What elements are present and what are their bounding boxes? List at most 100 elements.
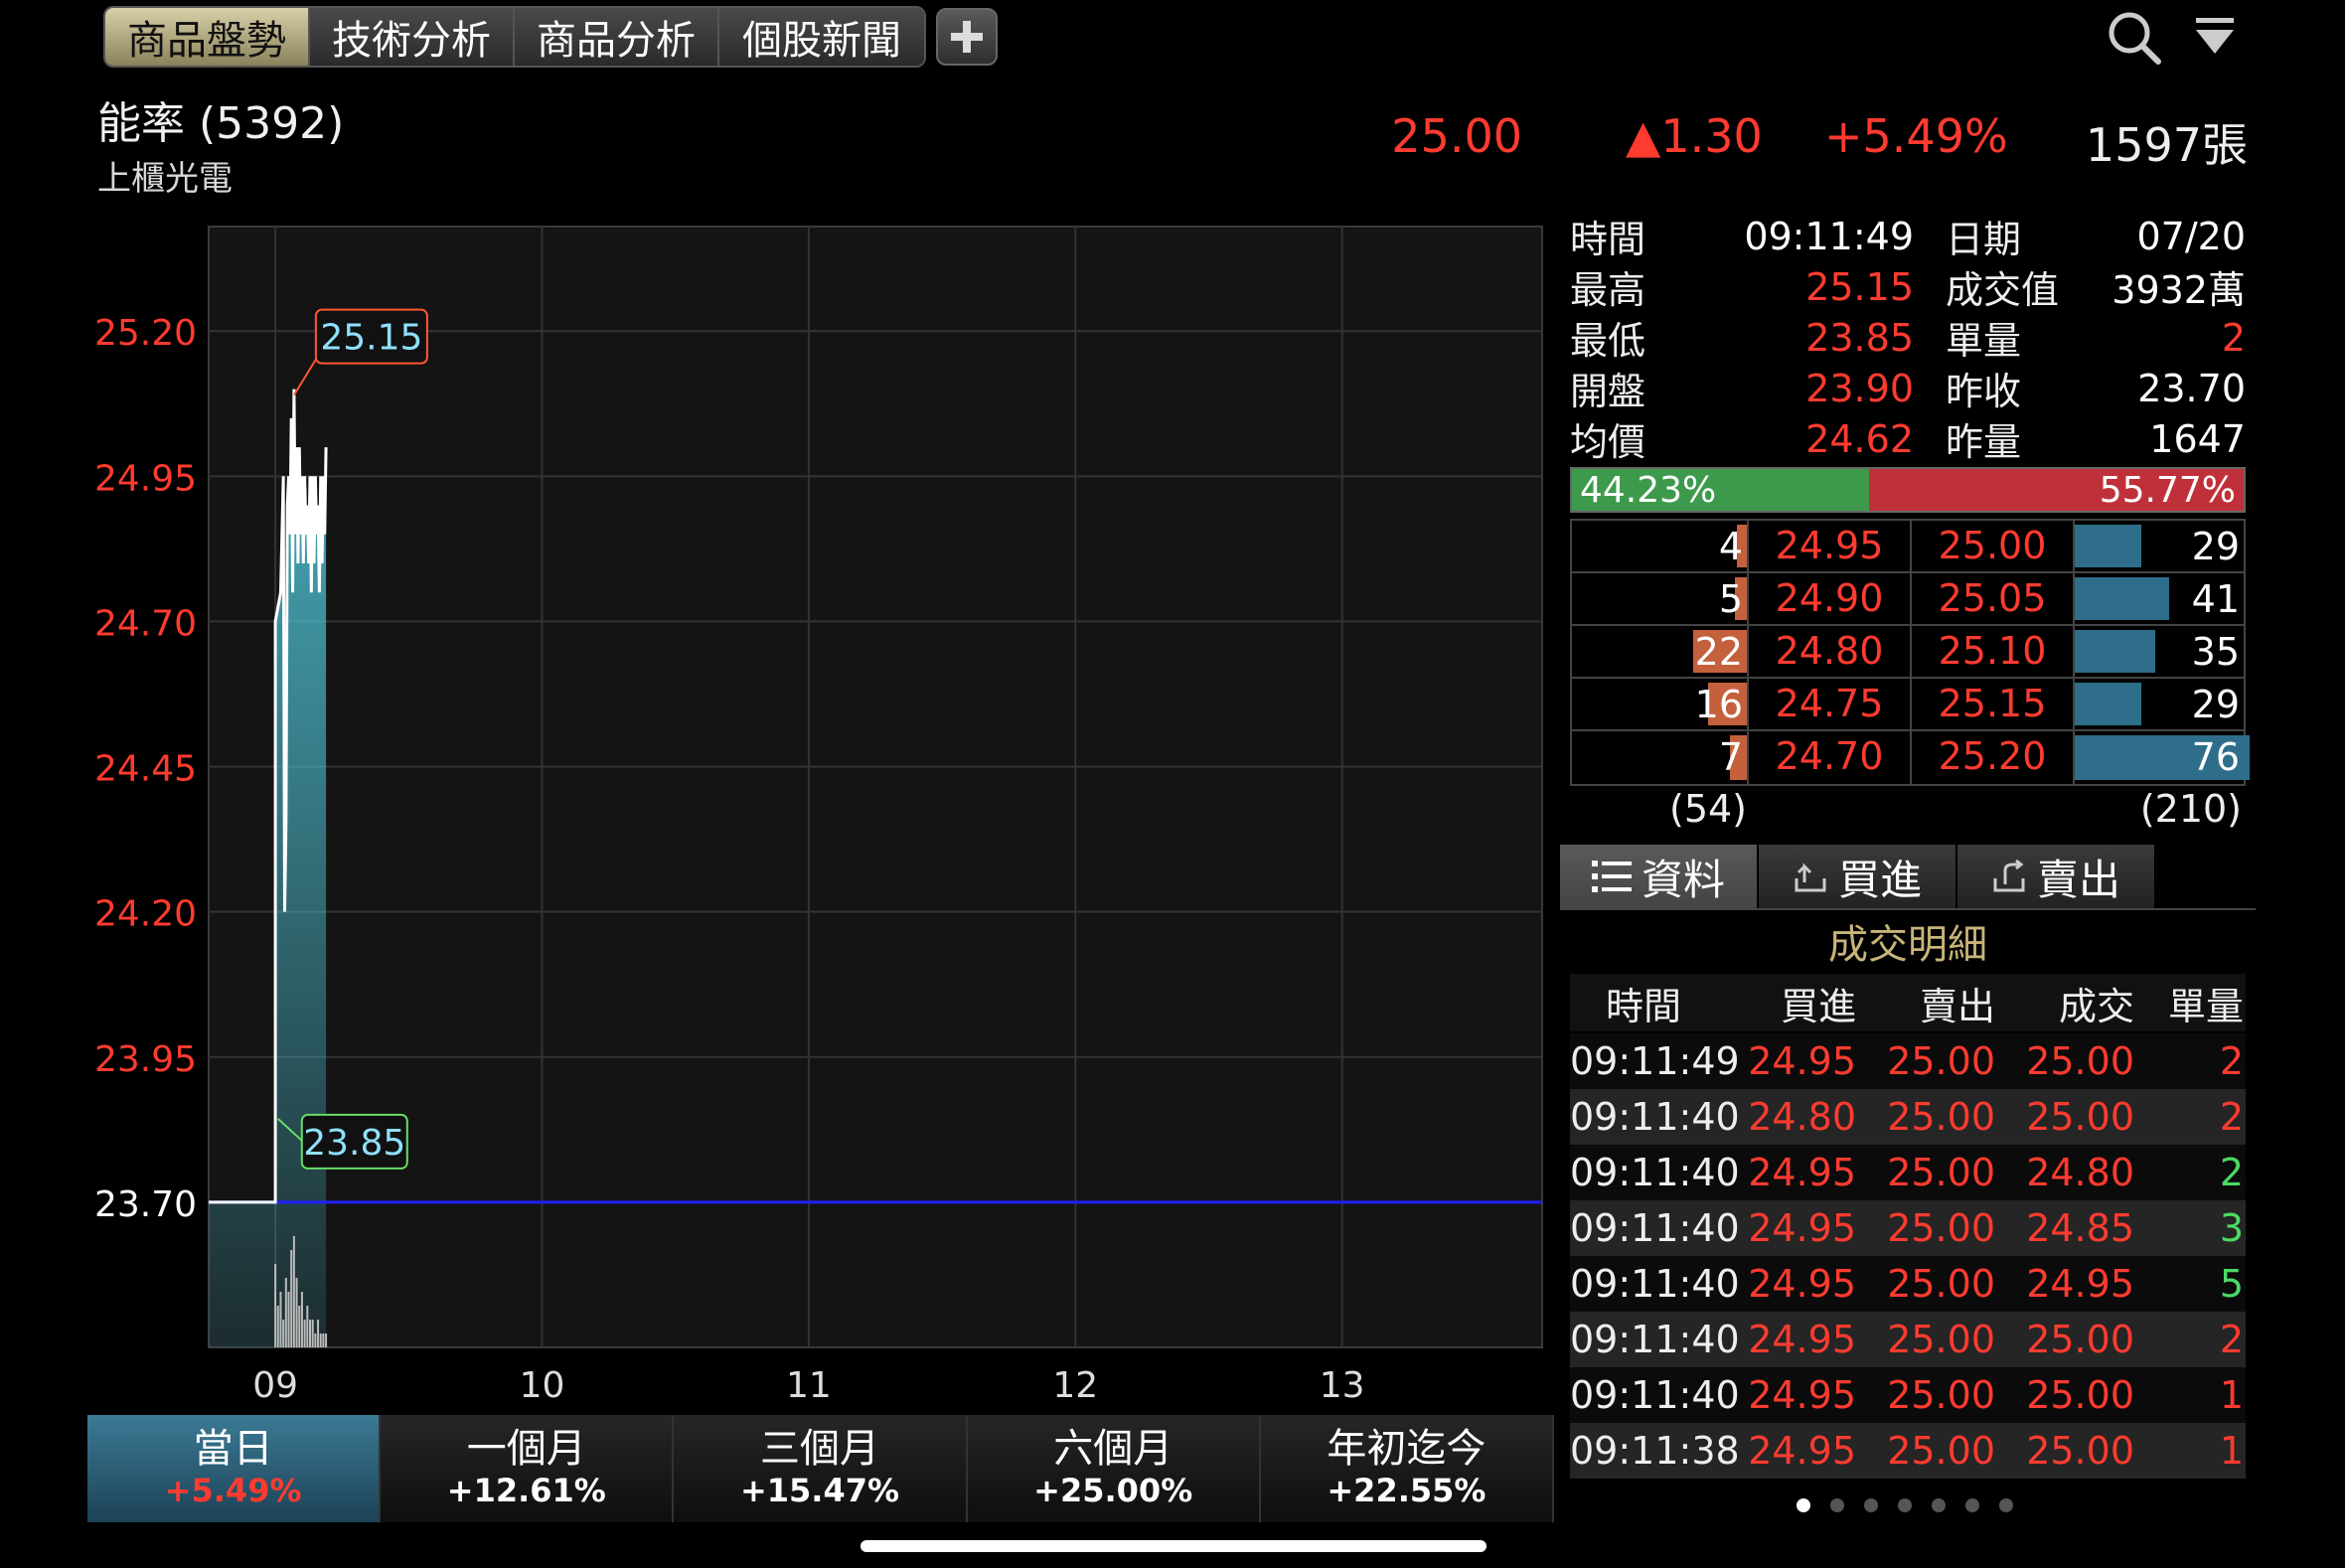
trade-bid: 24.95 <box>1748 1262 1856 1306</box>
trade-detail-row: 09:11:38 24.95 25.00 25.00 1 <box>1570 1423 2246 1479</box>
add-tab-button[interactable] <box>936 8 998 66</box>
col-time: 時間 <box>1605 984 1681 1028</box>
bid-price[interactable]: 24.95 <box>1749 521 1912 571</box>
bid-volume: 16 <box>1694 683 1743 726</box>
period-3m-button[interactable]: 三個月 +15.47% <box>674 1415 968 1522</box>
info-key: 最高 <box>1570 268 1646 312</box>
dropdown-menu-icon[interactable] <box>2194 16 2236 58</box>
info-value: 09:11:49 <box>1744 214 1914 258</box>
trade-bid: 24.95 <box>1748 1206 1856 1250</box>
ask-volume: 35 <box>2191 630 2240 674</box>
period-label: 一個月 <box>466 1426 586 1472</box>
page-dot <box>1999 1498 2013 1512</box>
tab-data[interactable]: 資料 <box>1560 845 1757 908</box>
ask-total-volume: (210) <box>2139 787 2242 831</box>
trade-time: 09:11:38 <box>1570 1429 1740 1473</box>
bid-total-volume: (54) <box>1669 787 1748 831</box>
trade-detail-list[interactable]: 09:11:49 24.95 25.00 25.00 2 09:11:40 24.80 25.… <box>1570 1033 2246 1479</box>
ask-price[interactable]: 25.10 <box>1912 626 2075 677</box>
period-ytd-button[interactable]: 年初迄今 +22.55% <box>1260 1415 1555 1522</box>
trade-bid: 24.95 <box>1748 1039 1856 1083</box>
trade-time: 09:11:40 <box>1570 1373 1740 1417</box>
ask-price[interactable]: 25.20 <box>1912 731 2075 784</box>
y-tick-label: 23.70 <box>94 1184 197 1225</box>
intraday-price-chart[interactable]: 25.20 24.95 24.70 24.45 24.20 23.95 23.70 09 10 1… <box>0 219 1550 1411</box>
info-value: 1647 <box>2149 416 2246 461</box>
trade-price: 24.80 <box>2026 1151 2134 1194</box>
trade-ask: 25.00 <box>1887 1151 1995 1194</box>
trade-volume: 2 <box>2219 1318 2244 1361</box>
order-book-row: 16 24.75 25.15 29 <box>1572 679 2244 731</box>
info-row: 最高 25.15 成交值 3932萬 <box>1570 261 2246 313</box>
trade-detail-row: 09:11:40 24.95 25.00 24.85 3 <box>1570 1200 2246 1256</box>
trade-time: 09:11:40 <box>1570 1262 1740 1306</box>
trade-ask: 25.00 <box>1887 1373 1995 1417</box>
trade-price: 25.00 <box>2026 1318 2134 1361</box>
trade-volume: 2 <box>2219 1095 2244 1139</box>
bid-price[interactable]: 24.80 <box>1749 626 1912 677</box>
trade-time: 09:11:40 <box>1570 1095 1740 1139</box>
tab-label: 資料 <box>1641 855 1725 904</box>
info-key: 開盤 <box>1570 370 1646 413</box>
y-tick-label: 24.70 <box>94 603 197 644</box>
plus-icon <box>951 21 983 53</box>
x-tick-label: 10 <box>520 1365 565 1406</box>
bid-price[interactable]: 24.70 <box>1749 731 1912 784</box>
bid-price[interactable]: 24.75 <box>1749 679 1912 729</box>
info-value: 3932萬 <box>2111 268 2246 312</box>
info-key: 昨量 <box>1946 420 2022 464</box>
ask-price[interactable]: 25.05 <box>1912 573 2075 624</box>
info-key: 單量 <box>1946 319 2022 363</box>
period-6m-button[interactable]: 六個月 +25.00% <box>967 1415 1261 1522</box>
col-volume: 單量 <box>2167 984 2244 1028</box>
trade-time: 09:11:40 <box>1570 1151 1740 1194</box>
home-indicator[interactable] <box>860 1540 1486 1552</box>
tab-stock-news[interactable]: 個股新聞 <box>719 8 924 66</box>
info-value: 23.90 <box>1805 366 1914 410</box>
tab-market-overview[interactable]: 商品盤勢 <box>105 8 310 66</box>
price-change-percent: +5.49% <box>1824 109 2008 163</box>
period-label: 年初迄今 <box>1327 1426 1486 1472</box>
sell-ratio: 55.77% <box>1868 469 2244 511</box>
bid-volume-cell: 16 <box>1572 679 1749 729</box>
ask-price[interactable]: 25.15 <box>1912 679 2075 729</box>
ask-volume-bar <box>2075 577 2169 620</box>
trade-price: 25.00 <box>2026 1429 2134 1473</box>
info-key: 最低 <box>1570 319 1646 363</box>
y-tick-label: 24.95 <box>94 458 197 499</box>
bid-price[interactable]: 24.90 <box>1749 573 1912 624</box>
order-book-row: 4 24.95 25.00 29 <box>1572 521 2244 573</box>
tab-sell[interactable]: 賣出 <box>1957 845 2154 908</box>
ask-volume: 76 <box>2191 735 2240 779</box>
period-1m-button[interactable]: 一個月 +12.61% <box>381 1415 675 1522</box>
y-tick-label: 25.20 <box>94 313 197 354</box>
period-return: +25.00% <box>1033 1472 1193 1509</box>
tab-buy[interactable]: 買進 <box>1759 845 1955 908</box>
top-tab-bar: 商品盤勢 技術分析 商品分析 個股新聞 <box>103 6 926 68</box>
trade-ask: 25.00 <box>1887 1429 1995 1473</box>
page-dot <box>1965 1498 1979 1512</box>
bid-volume-cell: 22 <box>1572 626 1749 677</box>
ask-volume-bar <box>2075 630 2155 673</box>
ask-volume: 29 <box>2191 683 2240 726</box>
buy-ratio: 44.23% <box>1572 469 1869 511</box>
info-row: 最低 23.85 單量 2 <box>1570 312 2246 364</box>
tab-product-analysis[interactable]: 商品分析 <box>515 8 719 66</box>
period-return: +12.61% <box>446 1472 606 1509</box>
tab-label: 買進 <box>1837 855 1922 904</box>
quote-info-grid: 時間 09:11:49 日期 07/20 最高 25.15 成交值 3932萬 … <box>1570 211 2246 465</box>
trade-ask: 25.00 <box>1887 1318 1995 1361</box>
info-value: 2 <box>2221 315 2246 360</box>
last-price: 25.00 <box>1391 109 1522 163</box>
bid-volume: 7 <box>1718 735 1743 779</box>
search-icon[interactable] <box>2105 8 2164 68</box>
ask-volume-cell: 29 <box>2075 521 2244 571</box>
trade-ask: 25.00 <box>1887 1095 1995 1139</box>
period-selector: 當日 +5.49% 一個月 +12.61% 三個月 +15.47% 六個月 +2… <box>87 1415 1555 1522</box>
tab-technical-analysis[interactable]: 技術分析 <box>310 8 515 66</box>
col-price: 成交 <box>2058 984 2134 1028</box>
page-dot <box>1830 1498 1844 1512</box>
ask-price[interactable]: 25.00 <box>1912 521 2075 571</box>
period-today-button[interactable]: 當日 +5.49% <box>87 1415 382 1522</box>
info-value: 25.15 <box>1805 264 1914 309</box>
